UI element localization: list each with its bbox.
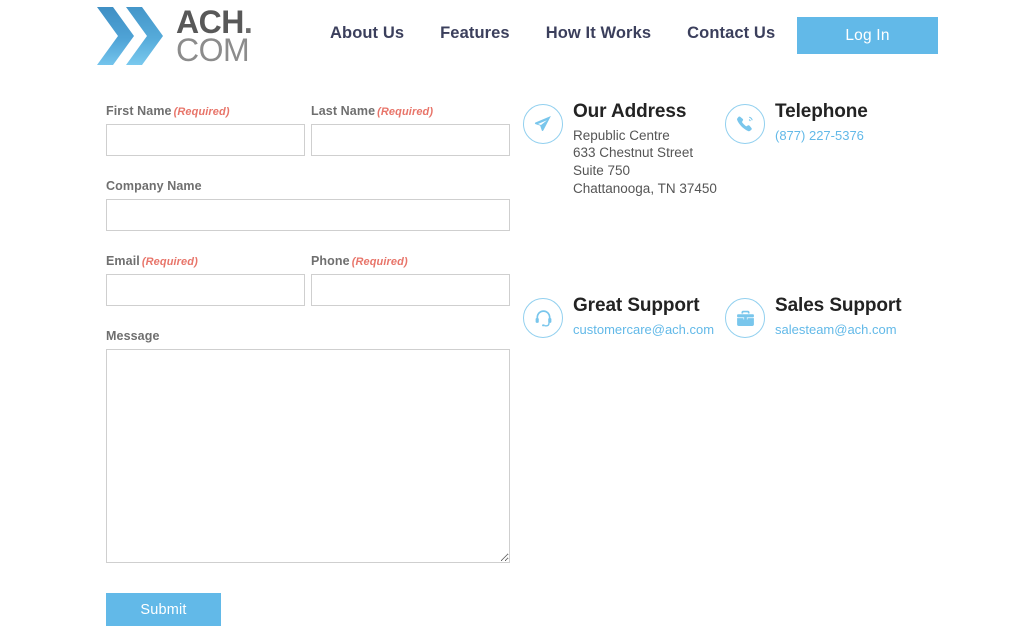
field-phone: Phone (Required) — [311, 254, 510, 306]
nav-features[interactable]: Features — [440, 24, 510, 43]
contact-row: Email (Required) Phone (Required) — [106, 254, 510, 306]
required-marker: (Required) — [173, 106, 230, 118]
address-line-3: Suite 750 — [573, 162, 631, 178]
login-button[interactable]: Log In — [797, 17, 938, 54]
briefcase-icon — [725, 298, 765, 339]
great-support-title: Great Support — [573, 295, 700, 317]
required-marker: (Required) — [351, 256, 408, 268]
nav-how-it-works[interactable]: How It Works — [546, 24, 651, 43]
main-navigation: About Us Features How It Works Contact U… — [330, 24, 775, 43]
phone-icon — [725, 104, 765, 144]
email-input[interactable] — [106, 274, 305, 306]
label-last-name: Last Name (Required) — [311, 104, 510, 118]
telephone-number-link[interactable]: (877) 227-5376 — [775, 128, 864, 143]
sales-support-title: Sales Support — [775, 295, 902, 317]
field-message: Message — [106, 329, 510, 563]
address-body: Our Address Republic Centre 633 Chestnut… — [573, 101, 717, 197]
double-chevron-logo-icon — [97, 7, 163, 65]
company-name-input[interactable] — [106, 199, 510, 231]
label-company-name: Company Name — [106, 179, 202, 193]
info-card-sales-support: Sales Support salesteam@ach.com — [725, 197, 927, 339]
telephone-title: Telephone — [775, 101, 868, 122]
site-header: ACH. COM About Us Features How It Works … — [0, 0, 1024, 72]
telephone-body: Telephone (877) 227-5376 — [775, 101, 868, 145]
info-card-great-support: Great Support customercare@ach.com — [523, 197, 725, 339]
last-name-input[interactable] — [311, 124, 510, 156]
address-line-1: Republic Centre — [573, 127, 670, 143]
address-line-4: Chattanooga, TN 37450 — [573, 180, 717, 196]
headset-icon — [523, 298, 563, 339]
nav-about-us[interactable]: About Us — [330, 24, 404, 43]
paper-plane-icon — [523, 104, 563, 144]
label-first-name-text: First Name — [106, 104, 172, 118]
label-email-text: Email — [106, 254, 140, 268]
phone-input[interactable] — [311, 274, 510, 306]
field-email: Email (Required) — [106, 254, 305, 306]
wordmark-com: COM — [176, 31, 250, 68]
great-support-body: Great Support customercare@ach.com — [573, 295, 714, 339]
label-email: Email (Required) — [106, 254, 305, 268]
label-first-name: First Name (Required) — [106, 104, 305, 118]
label-phone-text: Phone — [311, 254, 350, 268]
brand-logo[interactable]: ACH. COM — [96, 3, 266, 69]
first-name-input[interactable] — [106, 124, 305, 156]
label-last-name-text: Last Name — [311, 104, 376, 118]
sales-support-body: Sales Support salesteam@ach.com — [775, 295, 902, 339]
label-message: Message — [106, 329, 160, 343]
sales-support-email-link[interactable]: salesteam@ach.com — [775, 322, 897, 337]
info-card-telephone: Telephone (877) 227-5376 — [725, 101, 927, 197]
required-marker: (Required) — [377, 106, 434, 118]
address-lines: Republic Centre 633 Chestnut Street Suit… — [573, 127, 717, 197]
great-support-email-link[interactable]: customercare@ach.com — [573, 322, 714, 337]
required-marker: (Required) — [141, 256, 198, 268]
nav-contact-us[interactable]: Contact Us — [687, 24, 775, 43]
submit-button[interactable]: Submit — [106, 593, 221, 626]
info-card-address: Our Address Republic Centre 633 Chestnut… — [523, 101, 725, 197]
field-company-name: Company Name — [106, 179, 510, 231]
field-first-name: First Name (Required) — [106, 104, 305, 156]
contact-info-panel: Our Address Republic Centre 633 Chestnut… — [523, 101, 993, 339]
address-title: Our Address — [573, 101, 687, 122]
message-textarea[interactable] — [106, 349, 510, 563]
address-line-2: 633 Chestnut Street — [573, 145, 694, 161]
brand-wordmark: ACH. COM — [176, 6, 253, 68]
label-phone: Phone (Required) — [311, 254, 510, 268]
name-row: First Name (Required) Last Name (Required) — [106, 104, 510, 156]
contact-form: First Name (Required) Last Name (Required)… — [106, 104, 510, 626]
field-last-name: Last Name (Required) — [311, 104, 510, 156]
